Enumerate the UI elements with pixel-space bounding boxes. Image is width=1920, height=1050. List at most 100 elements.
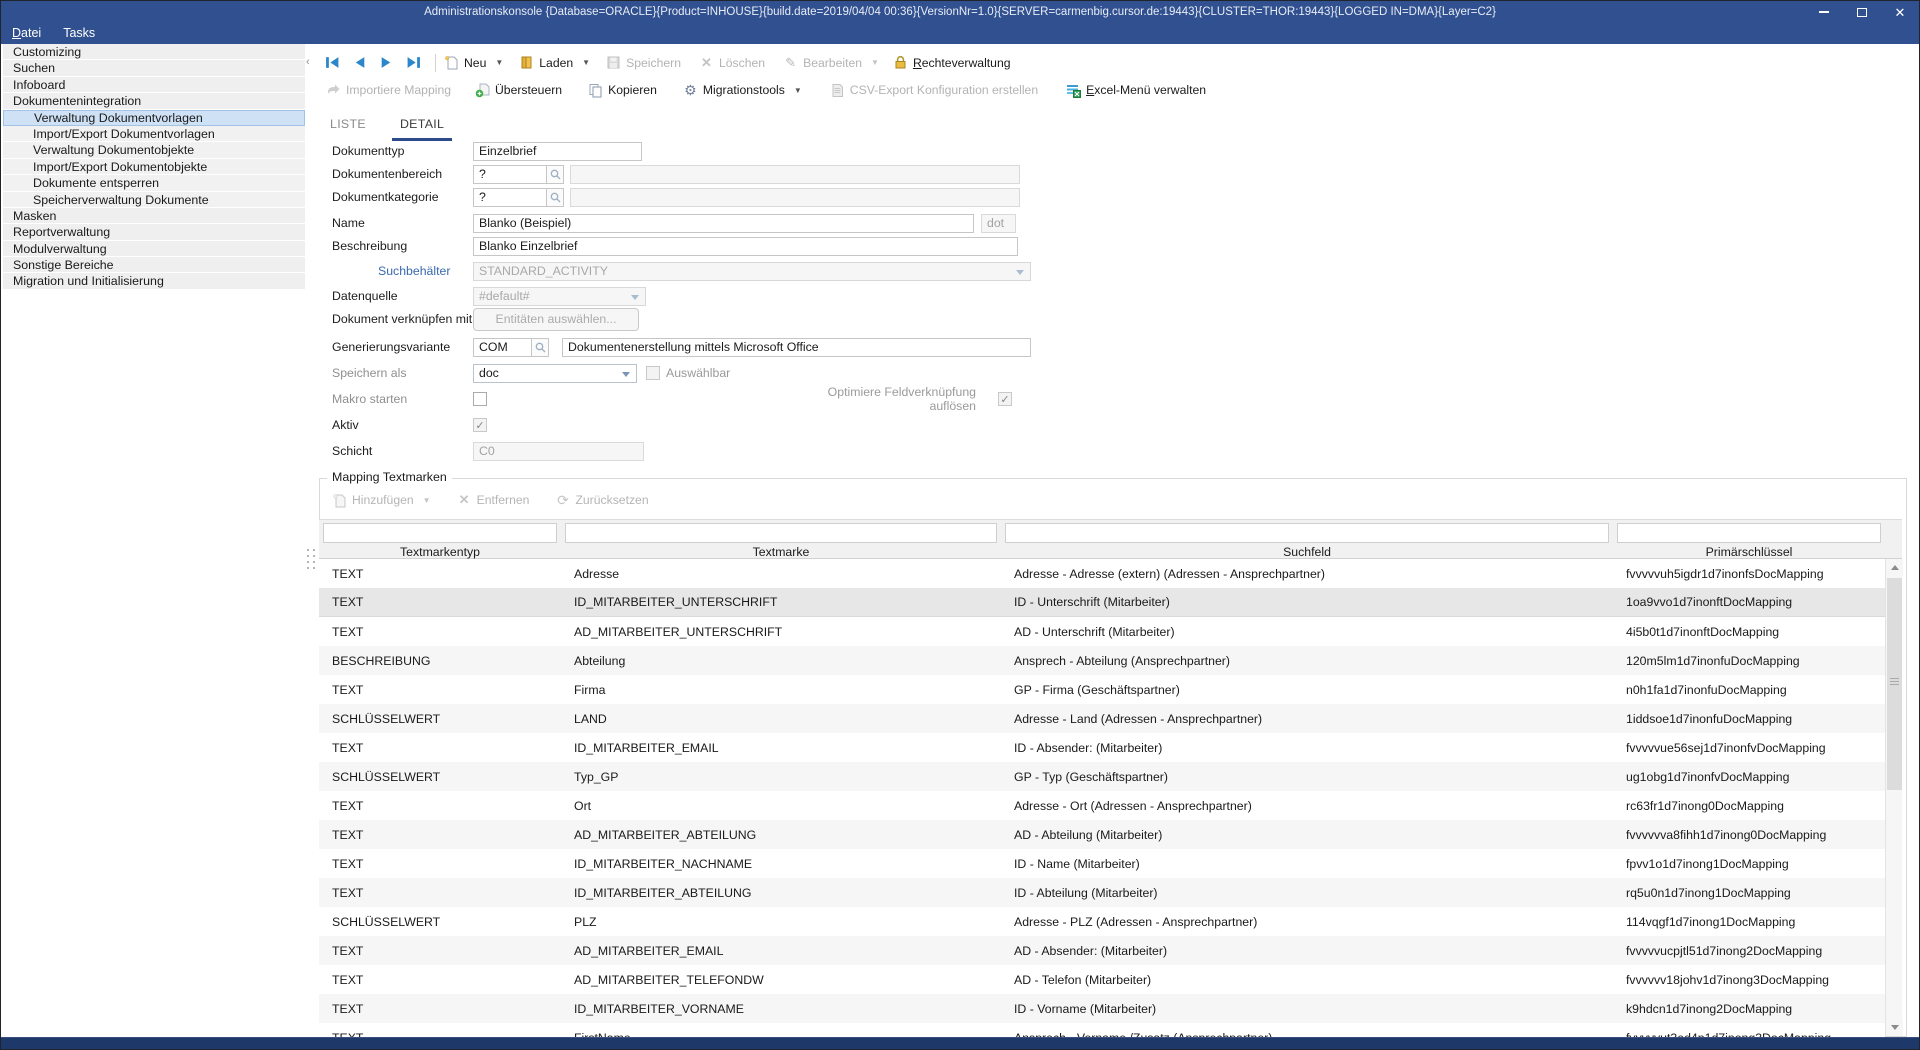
mapping-remove-button[interactable]: ✕ Entfernen (457, 493, 530, 508)
table-row[interactable]: TEXT Ort Adresse - Ort (Adressen - Anspr… (319, 791, 1885, 820)
sidebar-item[interactable]: Dokumente entsperren (3, 175, 305, 191)
table-row[interactable]: TEXT AD_MITARBEITER_ABTEILUNG AD - Abtei… (319, 820, 1885, 849)
table-row[interactable]: TEXT ID_MITARBEITER_VORNAME ID - Vorname… (319, 994, 1885, 1023)
sidebar-item[interactable]: Speicherverwaltung Dokumente (3, 192, 305, 208)
column-header-textmarke[interactable]: Textmarke (561, 545, 1001, 559)
aktiv-checkbox[interactable]: ✓ (473, 418, 487, 432)
table-row[interactable]: TEXT Adresse Adresse - Adresse (extern) … (319, 559, 1885, 588)
table-row[interactable]: TEXT ID_MITARBEITER_NACHNAME ID - Name (… (319, 849, 1885, 878)
dokumentkategorie-lookup-button[interactable] (547, 188, 564, 207)
column-header-textmarkentyp[interactable]: Textmarkentyp (319, 545, 561, 559)
dokumentkategorie-code-input[interactable]: ? (473, 188, 547, 207)
new-button[interactable]: Neu▼ (444, 55, 503, 70)
save-button[interactable]: Speichern (606, 55, 681, 70)
column-header-primaerschluessel[interactable]: Primärschlüssel (1613, 545, 1885, 559)
sidebar-splitter[interactable]: ‹ (306, 44, 317, 1037)
sidebar-item[interactable]: Migration und Initialisierung (3, 273, 305, 289)
dokumentenbereich-lookup-button[interactable] (547, 165, 564, 184)
copy-button[interactable]: Kopieren (588, 83, 657, 98)
sidebar-item[interactable]: Import/Export Dokumentobjekte (3, 159, 305, 175)
column-header-suchfeld[interactable]: Suchfeld (1001, 545, 1613, 559)
excel-menu-button[interactable]: Excel-Menü verwalten (1066, 83, 1206, 98)
scroll-up-icon[interactable] (1886, 559, 1903, 576)
nav-prev-button[interactable] (346, 53, 373, 73)
suchbehaelter-label[interactable]: Suchbehälter (332, 264, 473, 278)
maximize-button[interactable] (1855, 5, 1869, 19)
table-row[interactable]: TEXT AD_MITARBEITER_EMAIL AD - Absender:… (319, 936, 1885, 965)
edit-button[interactable]: ✎ Bearbeiten▼ (783, 55, 879, 70)
scrollbar-thumb[interactable] (1887, 578, 1902, 790)
csv-export-button[interactable]: CSV-Export Konfiguration erstellen (830, 83, 1038, 98)
minimize-button[interactable] (1817, 5, 1831, 19)
sidebar-item[interactable]: Dokumentenintegration (3, 93, 305, 109)
edit-dropdown-icon[interactable]: ▼ (871, 58, 879, 67)
mapping-reset-button[interactable]: ⟳ Zurücksetzen (555, 493, 648, 508)
load-dropdown-icon[interactable]: ▼ (582, 58, 590, 67)
nav-last-button[interactable] (400, 53, 427, 73)
table-row[interactable]: SCHLÜSSELWERT Typ_GP GP - Typ (Geschäfts… (319, 762, 1885, 791)
nav-next-button[interactable] (373, 53, 400, 73)
table-row[interactable]: TEXT AD_MITARBEITER_TELEFONDW AD - Telef… (319, 965, 1885, 994)
optimiere-checkbox[interactable]: ✓ (998, 392, 1012, 406)
table-row[interactable]: SCHLÜSSELWERT LAND Adresse - Land (Adres… (319, 704, 1885, 733)
generierungsvariante-code-input[interactable]: COM (473, 338, 532, 357)
close-button[interactable]: ✕ (1893, 5, 1907, 19)
sidebar-item[interactable]: Import/Export Dokumentvorlagen (3, 126, 305, 142)
filter-textmarke[interactable] (565, 523, 997, 543)
table-row[interactable]: TEXT ID_MITARBEITER_ABTEILUNG ID - Abtei… (319, 878, 1885, 907)
table-row[interactable]: BESCHREIBUNG Abteilung Ansprech - Abteil… (319, 646, 1885, 675)
datenquelle-select[interactable]: #default# (473, 287, 646, 306)
filter-textmarkentyp[interactable] (323, 523, 557, 543)
name-input[interactable]: Blanko (Beispiel) (473, 214, 974, 233)
collapse-sidebar-icon[interactable]: ‹ (306, 56, 310, 68)
mapping-add-button[interactable]: Hinzufügen▼ (332, 493, 431, 508)
import-mapping-button[interactable]: Importiere Mapping (326, 83, 451, 98)
rights-button[interactable]: Rechteverwaltung (893, 55, 1011, 70)
sidebar-item[interactable]: Customizing (3, 44, 305, 60)
dokumentenbereich-code-input[interactable]: ? (473, 165, 547, 184)
menu-datei[interactable]: Datei (1, 23, 52, 44)
sidebar-item[interactable]: Reportverwaltung (3, 224, 305, 240)
tab-detail[interactable]: DETAIL (392, 113, 452, 141)
dokumentenbereich-text-input[interactable] (570, 165, 1020, 184)
title-bar[interactable]: Administrationskonsole {Database=ORACLE}… (1, 1, 1919, 23)
sidebar-item[interactable]: Verwaltung Dokumentvorlagen (3, 110, 305, 126)
suchbehaelter-select[interactable]: STANDARD_ACTIVITY (473, 262, 1031, 281)
sidebar-item[interactable]: Modulverwaltung (3, 241, 305, 257)
table-row[interactable]: TEXT AD_MITARBEITER_UNTERSCHRIFT AD - Un… (319, 617, 1885, 646)
sidebar-item[interactable]: Sonstige Bereiche (3, 257, 305, 273)
speichern-als-select[interactable]: doc (473, 364, 637, 383)
entitaeten-auswaehlen-button[interactable]: Entitäten auswählen... (473, 308, 639, 331)
sidebar-item[interactable]: Suchen (3, 60, 305, 76)
schicht-input[interactable]: C0 (473, 442, 644, 461)
table-row[interactable]: TEXT Firma GP - Firma (Geschäftspartner)… (319, 675, 1885, 704)
dokumenttyp-input[interactable]: Einzelbrief (473, 142, 642, 161)
table-row[interactable]: TEXT ID_MITARBEITER_EMAIL ID - Absender:… (319, 733, 1885, 762)
generierungsvariante-lookup-button[interactable] (532, 338, 549, 357)
load-button[interactable]: Laden▼ (519, 55, 590, 70)
dokumentkategorie-text-input[interactable] (570, 188, 1020, 207)
migration-dropdown-icon[interactable]: ▼ (794, 86, 802, 95)
table-scrollbar[interactable] (1885, 559, 1902, 1036)
auswaehlbar-checkbox[interactable] (646, 366, 660, 380)
sidebar-item[interactable]: Verwaltung Dokumentobjekte (3, 142, 305, 158)
makro-starten-checkbox[interactable] (473, 392, 487, 406)
beschreibung-input[interactable]: Blanko Einzelbrief (473, 237, 1018, 256)
add-dropdown-icon[interactable]: ▼ (423, 496, 431, 505)
filter-suchfeld[interactable] (1005, 523, 1609, 543)
filter-primaerschluessel[interactable] (1617, 523, 1881, 543)
migration-tools-button[interactable]: ⚙ Migrationstools▼ (683, 83, 802, 98)
override-button[interactable]: Übersteuern (475, 83, 562, 98)
table-row[interactable]: SCHLÜSSELWERT PLZ Adresse - PLZ (Adresse… (319, 907, 1885, 936)
nav-first-button[interactable] (319, 53, 346, 73)
table-row[interactable]: TEXT ID_MITARBEITER_UNTERSCHRIFT ID - Un… (319, 588, 1885, 617)
generierungsvariante-text-input[interactable]: Dokumentenerstellung mittels Microsoft O… (562, 338, 1031, 357)
table-row[interactable]: TEXT FirstName Ansprech - Vorname /Zusat… (319, 1023, 1885, 1038)
menu-tasks[interactable]: Tasks (52, 23, 106, 44)
new-dropdown-icon[interactable]: ▼ (495, 58, 503, 67)
delete-button[interactable]: ✕ Löschen (699, 55, 765, 70)
sidebar-item[interactable]: Masken (3, 208, 305, 224)
scroll-down-icon[interactable] (1886, 1019, 1903, 1036)
tab-liste[interactable]: LISTE (329, 113, 367, 141)
sidebar-item[interactable]: Infoboard (3, 77, 305, 93)
